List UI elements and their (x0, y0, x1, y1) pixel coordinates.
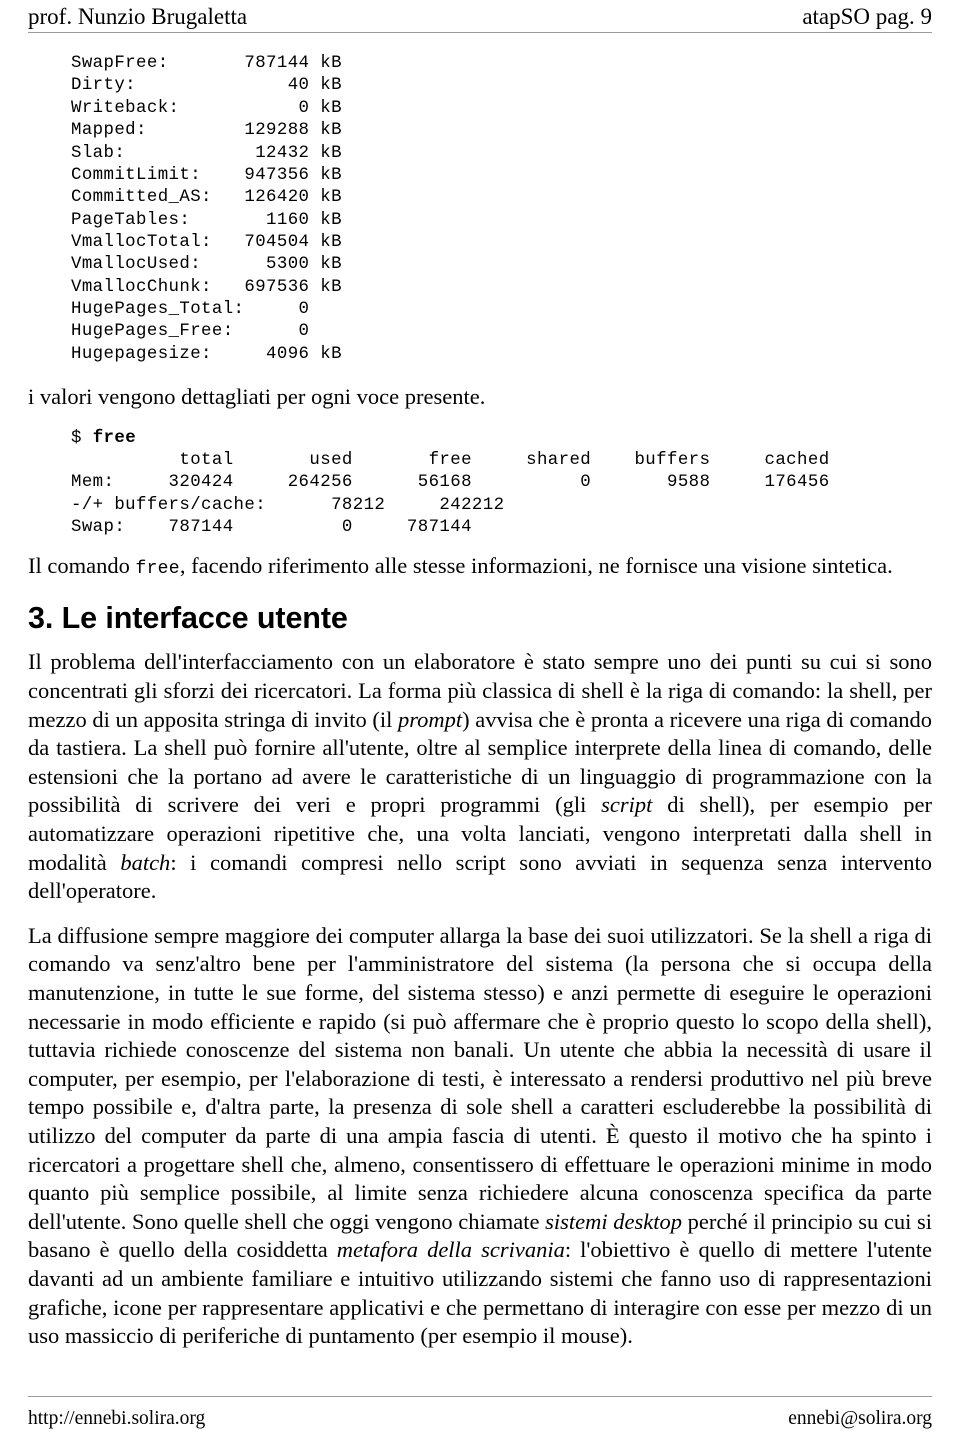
para-text: La diffusione sempre maggiore dei comput… (28, 922, 932, 1234)
shell-prompt: $ (71, 428, 93, 448)
page-footer: http://ennebi.solira.org ennebi@solira.o… (28, 1395, 932, 1430)
inline-code-free: free (135, 559, 180, 580)
free-command-line: $ free (28, 428, 932, 450)
free-output-listing: total used free shared buffers cached Me… (71, 450, 830, 537)
emphasis-batch: batch (120, 849, 171, 875)
meminfo-listing: SwapFree: 787144 kB Dirty: 40 kB Writeba… (71, 54, 342, 364)
section-heading: 3. Le interfacce utente (28, 600, 348, 635)
header-page-ref: atapSO pag. 9 (802, 4, 932, 29)
emphasis-prompt: prompt (397, 706, 463, 732)
emphasis-script: script (601, 792, 653, 818)
document-page: prof. Nunzio Brugaletta atapSO pag. 9 Sw… (0, 0, 960, 1444)
meminfo-caption: i valori vengono dettagliati per ogni vo… (28, 383, 486, 409)
paragraph-desktop-systems: La diffusione sempre maggiore dei comput… (28, 922, 932, 1351)
footer-email[interactable]: ennebi@solira.org (788, 1407, 932, 1430)
free-command-name: free (92, 428, 137, 448)
header-author: prof. Nunzio Brugaletta (28, 4, 248, 29)
free-note-after: , facendo riferimento alle stesse inform… (179, 553, 893, 579)
emphasis-sistemi-desktop: sistemi desktop (545, 1208, 682, 1234)
free-note-before: Il comando (28, 553, 136, 579)
paragraph-interfaces-intro: Il problema dell'interfacciamento con un… (28, 648, 932, 905)
free-note-paragraph: Il comando free, facendo riferimento all… (28, 552, 932, 584)
page-header: prof. Nunzio Brugaletta atapSO pag. 9 (28, 0, 932, 34)
footer-website[interactable]: http://ennebi.solira.org (28, 1407, 205, 1430)
emphasis-metafora-scrivania: metafora della scrivania (336, 1237, 565, 1263)
page-content: SwapFree: 787144 kB Dirty: 40 kB Writeba… (28, 33, 932, 1351)
